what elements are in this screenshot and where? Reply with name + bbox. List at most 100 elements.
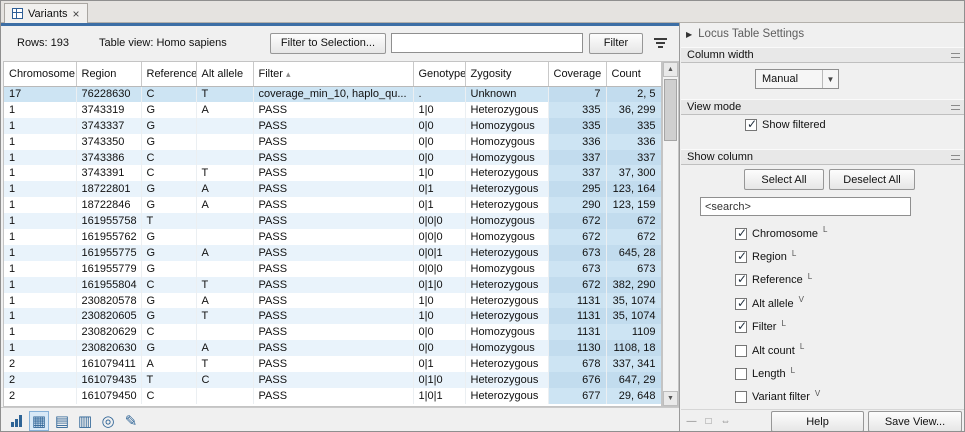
cell-zygosity[interactable]: Homozygous <box>465 340 549 357</box>
cell-genotype[interactable]: 1|0 <box>413 308 466 325</box>
cell-zygosity[interactable]: Heterozygous <box>465 197 549 214</box>
cell-coverage[interactable]: 677 <box>548 387 607 404</box>
cell-zygosity[interactable]: Heterozygous <box>465 101 549 118</box>
cell-region[interactable]: 161955775 <box>76 244 142 261</box>
cell-count[interactable]: 337 <box>606 149 661 166</box>
cell-filter[interactable]: PASS <box>253 244 414 261</box>
cell-count[interactable]: 35, 1074 <box>606 308 661 325</box>
dock-panel-icon[interactable]: ⇔ <box>719 416 732 427</box>
column-toggle-filter[interactable]: Filter L <box>735 316 960 339</box>
statistics-icon[interactable] <box>6 411 26 431</box>
cell-count[interactable]: 2, 5 <box>606 86 661 102</box>
collapse-section-icon[interactable] <box>951 154 960 160</box>
checkbox[interactable] <box>735 391 747 404</box>
cell-reference[interactable]: G <box>141 292 197 309</box>
cell-alt-allele[interactable]: T <box>196 165 254 182</box>
table-row[interactable]: 1 230820605 G T PASS 1|0 Heterozygous 1131 35, 1… <box>4 308 661 325</box>
track-list-icon[interactable]: ▤ <box>52 411 72 431</box>
cell-reference[interactable]: G <box>141 101 197 118</box>
cell-alt-allele[interactable] <box>196 213 254 230</box>
cell-region[interactable]: 3743319 <box>76 101 142 118</box>
column-toggle-chromosome[interactable]: Chromosome L <box>735 222 960 245</box>
table-row[interactable]: 1 230820629 C PASS 0|0 Homozygous 1131 1109 <box>4 324 661 341</box>
cell-alt-allele[interactable]: A <box>196 340 254 357</box>
spreadsheet-icon[interactable]: ▥ <box>75 411 95 431</box>
cell-zygosity[interactable]: Homozygous <box>465 149 549 166</box>
cell-filter[interactable]: PASS <box>253 387 414 404</box>
cell-filter[interactable]: PASS <box>253 213 414 230</box>
table-row[interactable]: 1 161955762 G PASS 0|0|0 Homozygous 672 672 <box>4 229 661 245</box>
cell-reference[interactable]: G <box>141 117 197 134</box>
cell-genotype[interactable]: 0|0|0 <box>413 213 466 230</box>
cell-coverage[interactable]: 337 <box>548 165 607 182</box>
cell-alt-allele[interactable]: T <box>196 356 254 373</box>
collapse-section-icon[interactable] <box>951 104 960 110</box>
cell-count[interactable]: 336 <box>606 133 661 150</box>
cell-alt-allele[interactable]: T <box>196 276 254 293</box>
cell-region[interactable]: 3743391 <box>76 165 142 182</box>
section-show-column[interactable]: Show column <box>681 149 964 165</box>
checkbox[interactable] <box>735 368 747 381</box>
cell-filter[interactable]: PASS <box>253 260 414 277</box>
collapse-panel-icon[interactable]: — <box>685 416 698 427</box>
table-row[interactable]: 1 161955758 T PASS 0|0|0 Homozygous 672 672 <box>4 213 661 230</box>
cell-genotype[interactable]: 0|1|0 <box>413 276 466 293</box>
cell-filter[interactable]: PASS <box>253 340 414 357</box>
cell-filter[interactable]: PASS <box>253 133 414 150</box>
cell-reference[interactable]: C <box>141 387 197 404</box>
table-row[interactable]: 1 3743350 G PASS 0|0 Homozygous 336 336 <box>4 133 661 150</box>
cell-zygosity[interactable]: Homozygous <box>465 213 549 230</box>
cell-coverage[interactable]: 7 <box>548 86 607 102</box>
cell-alt-allele[interactable] <box>196 324 254 341</box>
cell-count[interactable]: 672 <box>606 213 661 230</box>
cell-reference[interactable]: G <box>141 244 197 261</box>
cell-count[interactable]: 123, 164 <box>606 181 661 198</box>
cell-filter[interactable]: PASS <box>253 356 414 373</box>
checkbox[interactable] <box>745 117 757 131</box>
collapse-section-icon[interactable] <box>951 52 960 58</box>
cell-chromosome[interactable]: 17 <box>4 86 77 102</box>
scroll-up-button[interactable]: ▲ <box>663 62 678 77</box>
cell-reference[interactable]: C <box>141 324 197 341</box>
cell-genotype[interactable]: 0|0 <box>413 117 466 134</box>
cell-region[interactable]: 161955758 <box>76 213 142 230</box>
cell-count[interactable]: 337, 341 <box>606 356 661 373</box>
cell-reference[interactable]: G <box>141 181 197 198</box>
cell-filter[interactable]: PASS <box>253 197 414 214</box>
cell-chromosome[interactable]: 1 <box>4 229 77 245</box>
cell-coverage[interactable]: 1131 <box>548 308 607 325</box>
cell-coverage[interactable]: 673 <box>548 260 607 277</box>
cell-alt-allele[interactable]: T <box>196 86 254 102</box>
table-row[interactable]: 2 161079450 C PASS 1|0|1 Heterozygous 677 29, 6… <box>4 387 661 404</box>
cell-chromosome[interactable]: 1 <box>4 149 77 166</box>
cell-genotype[interactable]: 0|0|0 <box>413 229 466 245</box>
cell-count[interactable]: 673 <box>606 260 661 277</box>
table-row[interactable]: 1 3743337 G PASS 0|0 Homozygous 335 335 <box>4 117 661 134</box>
cell-genotype[interactable]: 0|0|0 <box>413 260 466 277</box>
cell-count[interactable]: 1109 <box>606 324 661 341</box>
cell-coverage[interactable]: 678 <box>548 356 607 373</box>
save-view-button[interactable]: Save View... <box>868 411 962 431</box>
table-row[interactable]: 1 3743391 C T PASS 1|0 Heterozygous 337 37, 300 <box>4 165 661 182</box>
cell-genotype[interactable]: 0|0 <box>413 340 466 357</box>
cell-region[interactable]: 76228630 <box>76 86 142 102</box>
cell-chromosome[interactable]: 2 <box>4 387 77 404</box>
editor-icon[interactable]: ✎ <box>121 411 141 431</box>
cell-zygosity[interactable]: Heterozygous <box>465 308 549 325</box>
cell-alt-allele[interactable]: T <box>196 308 254 325</box>
checkbox[interactable] <box>735 272 747 287</box>
cell-zygosity[interactable]: Heterozygous <box>465 276 549 293</box>
cell-reference[interactable]: C <box>141 86 197 102</box>
section-view-mode[interactable]: View mode <box>681 99 964 115</box>
cell-zygosity[interactable]: Homozygous <box>465 117 549 134</box>
column-toggle-variant-filter[interactable]: Variant filter V <box>735 386 960 409</box>
cell-alt-allele[interactable]: A <box>196 101 254 118</box>
cell-chromosome[interactable]: 1 <box>4 213 77 230</box>
cell-count[interactable]: 1108, 18 <box>606 340 661 357</box>
column-header-alt-allele[interactable]: Alt allele <box>196 62 254 87</box>
cell-coverage[interactable]: 1130 <box>548 340 607 357</box>
cell-genotype[interactable]: 0|1 <box>413 197 466 214</box>
cell-genotype[interactable]: 0|0 <box>413 133 466 150</box>
table-row[interactable]: 1 161955775 G A PASS 0|0|1 Heterozygous 673 645,… <box>4 244 661 261</box>
cell-genotype[interactable]: 1|0 <box>413 101 466 118</box>
